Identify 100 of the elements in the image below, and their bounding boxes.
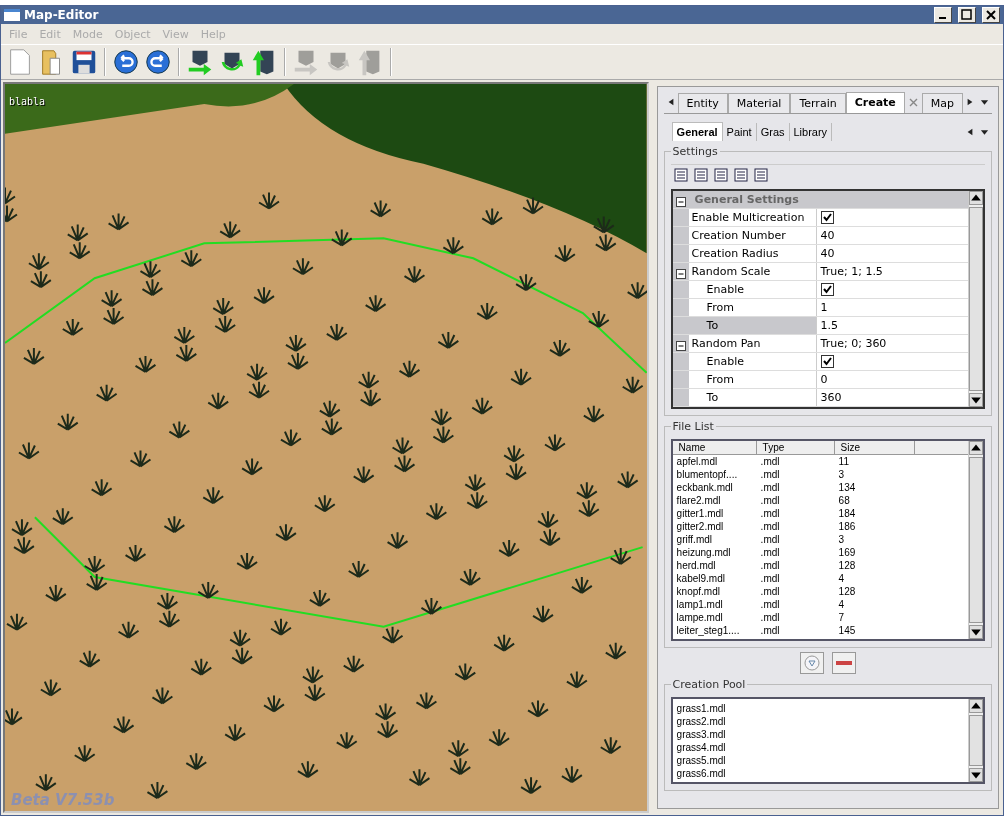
property-name[interactable]: From xyxy=(688,371,817,388)
list-item[interactable]: grass5.mdl xyxy=(672,755,726,766)
property-value[interactable]: 40 xyxy=(820,247,835,260)
property-name[interactable]: Random Pan xyxy=(688,335,817,352)
sub-tab[interactable]: Paint xyxy=(722,123,757,141)
toolbar-button[interactable] xyxy=(143,47,173,77)
list-item[interactable]: grass2.mdl xyxy=(672,716,726,727)
property-value[interactable]: 0 xyxy=(820,373,828,386)
scroll-up-icon[interactable] xyxy=(969,699,983,713)
property-name[interactable]: To xyxy=(688,317,817,334)
table-cell-text: .mdl xyxy=(759,612,781,623)
table-cell-text: flare2.mdl xyxy=(675,495,722,506)
table-cell-text: 3 xyxy=(837,469,846,480)
table-cell-text: .mdl xyxy=(759,469,781,480)
tab[interactable]: Entity xyxy=(677,93,728,113)
maximize-icon[interactable] xyxy=(958,7,976,23)
table-cell-text: 184 xyxy=(837,508,857,519)
table-cell-text: .mdl xyxy=(759,534,781,545)
table-cell-text: .mdl xyxy=(759,599,781,610)
property-value[interactable]: True; 0; 360 xyxy=(820,337,887,350)
scroll-down-icon[interactable] xyxy=(969,393,983,407)
property-name[interactable]: Creation Number xyxy=(688,227,817,244)
toolbar-button[interactable] xyxy=(111,47,141,77)
table-cell-text: gitter1.mdl xyxy=(675,508,725,519)
table-cell-text: .mdl xyxy=(759,456,781,467)
scroll-up-icon[interactable] xyxy=(969,441,983,455)
list-item[interactable]: grass1.mdl xyxy=(672,703,726,714)
list-icon[interactable] xyxy=(732,167,749,183)
table-cell-text: 169 xyxy=(837,547,857,558)
column-header[interactable]: Type xyxy=(756,441,835,454)
checkbox[interactable] xyxy=(820,211,834,224)
window-icon xyxy=(4,9,20,21)
terrain-viewport[interactable]: blabla Beta V7.53b xyxy=(3,82,649,813)
list-item[interactable]: grass3.mdl xyxy=(672,729,726,740)
table-cell-text: 134 xyxy=(837,482,857,493)
scroll-right-icon[interactable] xyxy=(966,97,974,107)
table-cell-text: 128 xyxy=(837,560,857,571)
table-cell-text: gitter2.mdl xyxy=(675,521,725,532)
property-value[interactable]: 40 xyxy=(820,229,835,242)
property-name[interactable]: Random Scale xyxy=(688,263,817,280)
sub-tab[interactable]: General xyxy=(671,122,723,141)
property-name[interactable]: Enable Multicreation xyxy=(688,209,817,226)
property-name[interactable]: Enable xyxy=(688,353,817,370)
property-name[interactable]: Enable xyxy=(688,281,817,298)
scroll-down-icon[interactable] xyxy=(969,625,983,639)
dropdown-icon[interactable] xyxy=(980,97,989,107)
table-cell-text: herd.mdl xyxy=(675,560,717,571)
property-value[interactable]: 360 xyxy=(820,391,842,404)
undo-icon xyxy=(111,47,141,77)
table-cell-text: knopf.mdl xyxy=(675,586,721,597)
property-name[interactable]: To xyxy=(688,389,817,406)
sub-tab[interactable]: Library xyxy=(789,123,833,141)
property-value[interactable]: True; 1; 1.5 xyxy=(820,265,883,278)
window-title: Map-Editor xyxy=(24,8,100,22)
property-value[interactable]: 1.5 xyxy=(820,319,839,332)
tab[interactable]: Terrain xyxy=(790,93,846,113)
list-icon[interactable] xyxy=(712,167,729,183)
table-cell-text: kabel9.mdl xyxy=(675,573,726,584)
group-title: Creation Pool xyxy=(671,678,747,691)
row-gutter xyxy=(672,227,689,244)
column-header[interactable]: Size xyxy=(834,441,915,454)
tab[interactable]: Material xyxy=(727,93,791,113)
table-cell-text: 4 xyxy=(837,573,846,584)
table-cell-text: .mdl xyxy=(759,508,781,519)
property-name[interactable]: Creation Radius xyxy=(688,245,817,262)
table-cell-text: 186 xyxy=(837,521,857,532)
minimize-icon[interactable] xyxy=(934,7,952,23)
scrollbar-thumb[interactable] xyxy=(969,715,983,766)
table-cell-text: griff.mdl xyxy=(675,534,713,545)
table-cell-text: apfel.mdl xyxy=(675,456,719,467)
remove-button[interactable] xyxy=(831,652,856,674)
checkbox[interactable] xyxy=(820,355,834,368)
row-gutter xyxy=(672,299,689,316)
tab[interactable]: Map xyxy=(921,93,963,113)
viewport-label: blabla xyxy=(9,96,46,107)
table-cell-text: .mdl xyxy=(759,495,781,506)
scroll-left-icon[interactable] xyxy=(666,97,675,107)
scroll-down-icon[interactable] xyxy=(969,768,983,782)
table-cell-text: .mdl xyxy=(759,560,781,571)
scrollbar-thumb[interactable] xyxy=(969,207,983,391)
list-item[interactable]: grass4.mdl xyxy=(672,742,726,753)
scrollbar-thumb[interactable] xyxy=(969,457,983,623)
property-value[interactable]: 1 xyxy=(820,301,828,314)
scroll-left-icon[interactable] xyxy=(966,126,974,137)
scroll-up-icon[interactable] xyxy=(969,191,983,205)
list-icon[interactable] xyxy=(752,167,769,183)
column-header[interactable]: Name xyxy=(672,441,757,454)
sub-tab[interactable]: Gras xyxy=(756,123,790,141)
add-button[interactable] xyxy=(799,652,824,674)
redo-icon xyxy=(143,47,173,77)
table-cell-text: 128 xyxy=(837,586,857,597)
checkbox[interactable] xyxy=(820,283,834,296)
tab[interactable]: Create xyxy=(845,92,905,113)
table-cell-text: .mdl xyxy=(759,573,781,584)
row-gutter xyxy=(672,371,689,388)
table-cell-text: eckbank.mdl xyxy=(675,482,734,493)
group-title: Settings xyxy=(671,145,719,158)
table-cell-text: lampe.mdl xyxy=(675,612,724,623)
list-item[interactable]: grass6.mdl xyxy=(672,768,726,779)
property-name[interactable]: From xyxy=(688,299,817,316)
